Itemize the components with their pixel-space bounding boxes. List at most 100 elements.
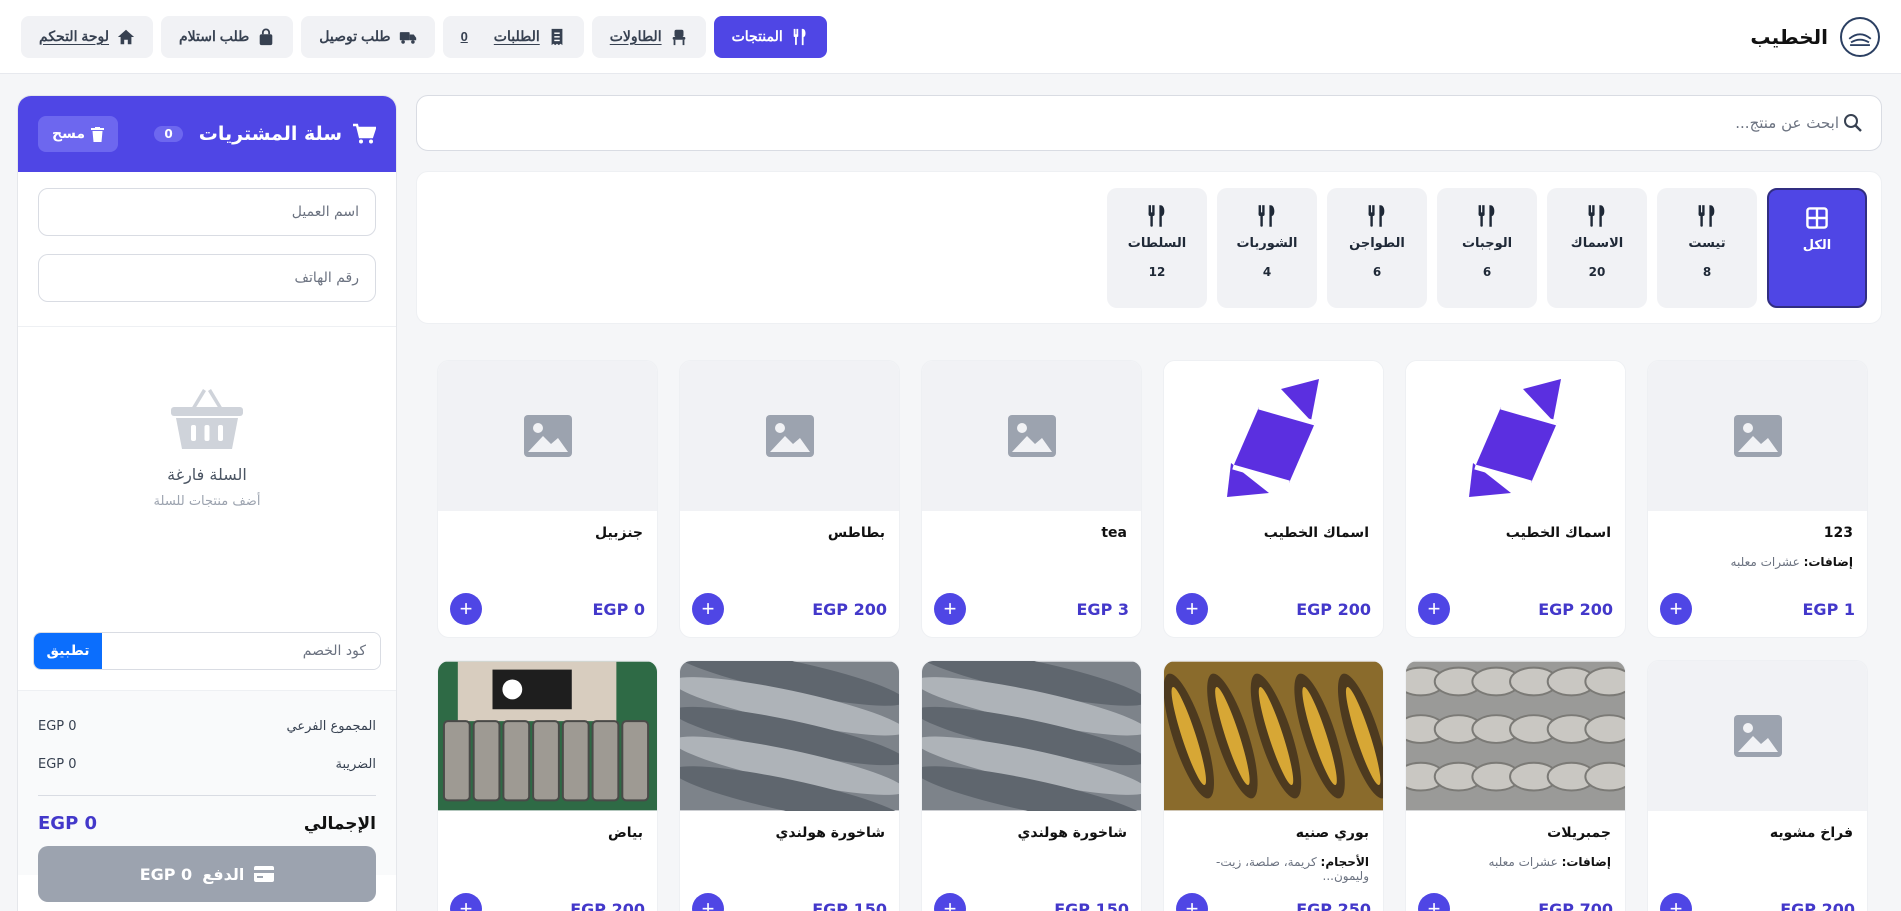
product-name: جنزبيل (595, 525, 643, 541)
add-to-cart-button[interactable]: + (1660, 593, 1692, 625)
add-to-cart-button[interactable]: + (450, 893, 482, 911)
coupon-input[interactable] (102, 633, 380, 669)
basket-icon (171, 389, 243, 449)
category-count: 12 (1148, 264, 1166, 279)
category-6[interactable]: السلطات 12 (1107, 187, 1207, 308)
plus-icon: + (1427, 596, 1441, 621)
image-placeholder-icon (1733, 715, 1782, 757)
product-card[interactable]: فراخ مشويه EGP 200 + (1647, 660, 1868, 911)
add-to-cart-button[interactable]: + (1176, 593, 1208, 625)
product-card[interactable]: 123 إضافات: عشرات معلبه EGP 1 + (1647, 360, 1868, 638)
grilled-fish-photo (1164, 661, 1383, 811)
product-card[interactable]: اسماك الخطيب EGP 200 + (1163, 360, 1384, 638)
phone-input[interactable] (38, 254, 376, 302)
product-card[interactable]: جمبريلات إضافات: عشرات معلبه EGP 700 + (1405, 660, 1626, 911)
product-card[interactable]: بياض EGP 200 + (437, 660, 658, 911)
add-to-cart-button[interactable]: + (934, 893, 966, 911)
category-0[interactable]: الكل (1767, 187, 1867, 308)
utensils-icon (1588, 204, 1605, 227)
product-card[interactable]: اسماك الخطيب EGP 200 + (1405, 360, 1626, 638)
brand-logo-icon (1468, 379, 1561, 497)
product-price: EGP 200 (1538, 599, 1613, 619)
nav-dashboard[interactable]: لوحة التحكم (21, 15, 154, 58)
clear-cart-button[interactable]: مسح (38, 116, 119, 152)
product-card[interactable]: بطاطس EGP 200 + (679, 360, 900, 638)
plus-icon: + (1669, 596, 1683, 621)
plus-icon: + (459, 896, 473, 911)
empty-cart-subtitle: أضف منتجات للسلة (153, 494, 261, 509)
nav-orders-count: 0 (460, 29, 468, 44)
category-2[interactable]: الاسماك 20 (1547, 187, 1647, 308)
brand-name: الخطيب (1750, 24, 1828, 49)
product-card[interactable]: tea EGP 3 + (921, 360, 1142, 638)
product-price: EGP 200 (812, 599, 887, 619)
total-row: الإجمالي EGP 0 (38, 795, 376, 851)
product-meta-label: الأحجام: (1320, 855, 1369, 869)
add-to-cart-button[interactable]: + (692, 593, 724, 625)
add-to-cart-button[interactable]: + (1660, 893, 1692, 911)
subtotal-label: المجموع الفرعي (286, 718, 376, 734)
mackerel-photo (680, 661, 899, 811)
plus-icon: + (1669, 896, 1683, 911)
product-card[interactable]: شاخورة هولندي EGP 150 + (921, 660, 1142, 911)
customer-name-input[interactable] (38, 188, 376, 236)
category-count: 4 (1262, 264, 1272, 279)
mackerel-photo (922, 661, 1141, 811)
empty-cart-title: السلة فارغة (167, 465, 247, 484)
tax-row: الضريبة EGP 0 (38, 745, 376, 783)
apply-coupon-button[interactable]: تطبيق (34, 633, 102, 669)
nav-products[interactable]: المنتجات (713, 15, 827, 58)
total-label: الإجمالي (303, 813, 376, 834)
nav-tables[interactable]: الطاولات (591, 15, 706, 58)
products-area: الكل تيست 8 الاسماك 20 الوجبات 6 الطواجن 6 الشورب… (416, 95, 1882, 911)
category-5[interactable]: الشوربات 4 (1217, 187, 1317, 308)
add-to-cart-button[interactable]: + (1176, 893, 1208, 911)
customer-fields (18, 172, 396, 327)
product-footer: EGP 1 + (1660, 593, 1855, 625)
plus-icon: + (943, 596, 957, 621)
pay-button[interactable]: الدفع EGP 0 (38, 846, 376, 902)
product-name: بوري صنيه (1295, 825, 1369, 841)
nav-pickup[interactable]: طلب استلام (161, 15, 294, 58)
search-input[interactable] (435, 114, 1839, 132)
utensils-icon (1368, 204, 1385, 227)
product-image (1164, 361, 1383, 511)
add-to-cart-button[interactable]: + (450, 593, 482, 625)
product-card[interactable]: بوري صنيه الأحجام: كريمة، صلصة، زيت-وليمو… (1163, 660, 1384, 911)
utensils-icon (793, 28, 806, 45)
product-image (1406, 361, 1625, 511)
product-footer: EGP 200 + (1418, 593, 1613, 625)
plus-icon: + (701, 596, 715, 621)
image-placeholder-icon (1007, 415, 1056, 457)
product-image (1406, 661, 1625, 811)
nav-products-label: المنتجات (731, 28, 783, 44)
add-to-cart-button[interactable]: + (1418, 893, 1450, 911)
brand: الخطيب (1750, 16, 1880, 57)
nav-orders[interactable]: الطلبات 0 (442, 15, 584, 58)
category-1[interactable]: تيست 8 (1657, 187, 1757, 308)
search-box[interactable] (416, 95, 1882, 151)
bag-icon (259, 28, 273, 45)
category-count: 20 (1588, 264, 1606, 279)
product-card[interactable]: جنزبيل EGP 0 + (437, 360, 658, 638)
nav-delivery[interactable]: طلب توصيل (301, 15, 435, 58)
category-3[interactable]: الوجبات 6 (1437, 187, 1537, 308)
product-image (1648, 361, 1867, 511)
product-card[interactable]: شاخورة هولندي EGP 150 + (679, 660, 900, 911)
category-4[interactable]: الطواجن 6 (1327, 187, 1427, 308)
image-placeholder-icon (765, 415, 814, 457)
product-price: EGP 0 (592, 599, 646, 619)
category-name: الوجبات (1461, 235, 1513, 251)
plus-icon: + (1427, 896, 1441, 911)
product-price: EGP 3 (1076, 599, 1130, 619)
add-to-cart-button[interactable]: + (934, 593, 966, 625)
receipt-icon (551, 28, 563, 45)
product-image (922, 361, 1141, 511)
cart-count-badge: 0 (154, 126, 183, 142)
product-footer: EGP 250 + (1176, 893, 1371, 911)
product-price: EGP 150 (812, 899, 887, 911)
product-image (680, 361, 899, 511)
product-price: EGP 200 (570, 899, 645, 911)
add-to-cart-button[interactable]: + (1418, 593, 1450, 625)
add-to-cart-button[interactable]: + (692, 893, 724, 911)
